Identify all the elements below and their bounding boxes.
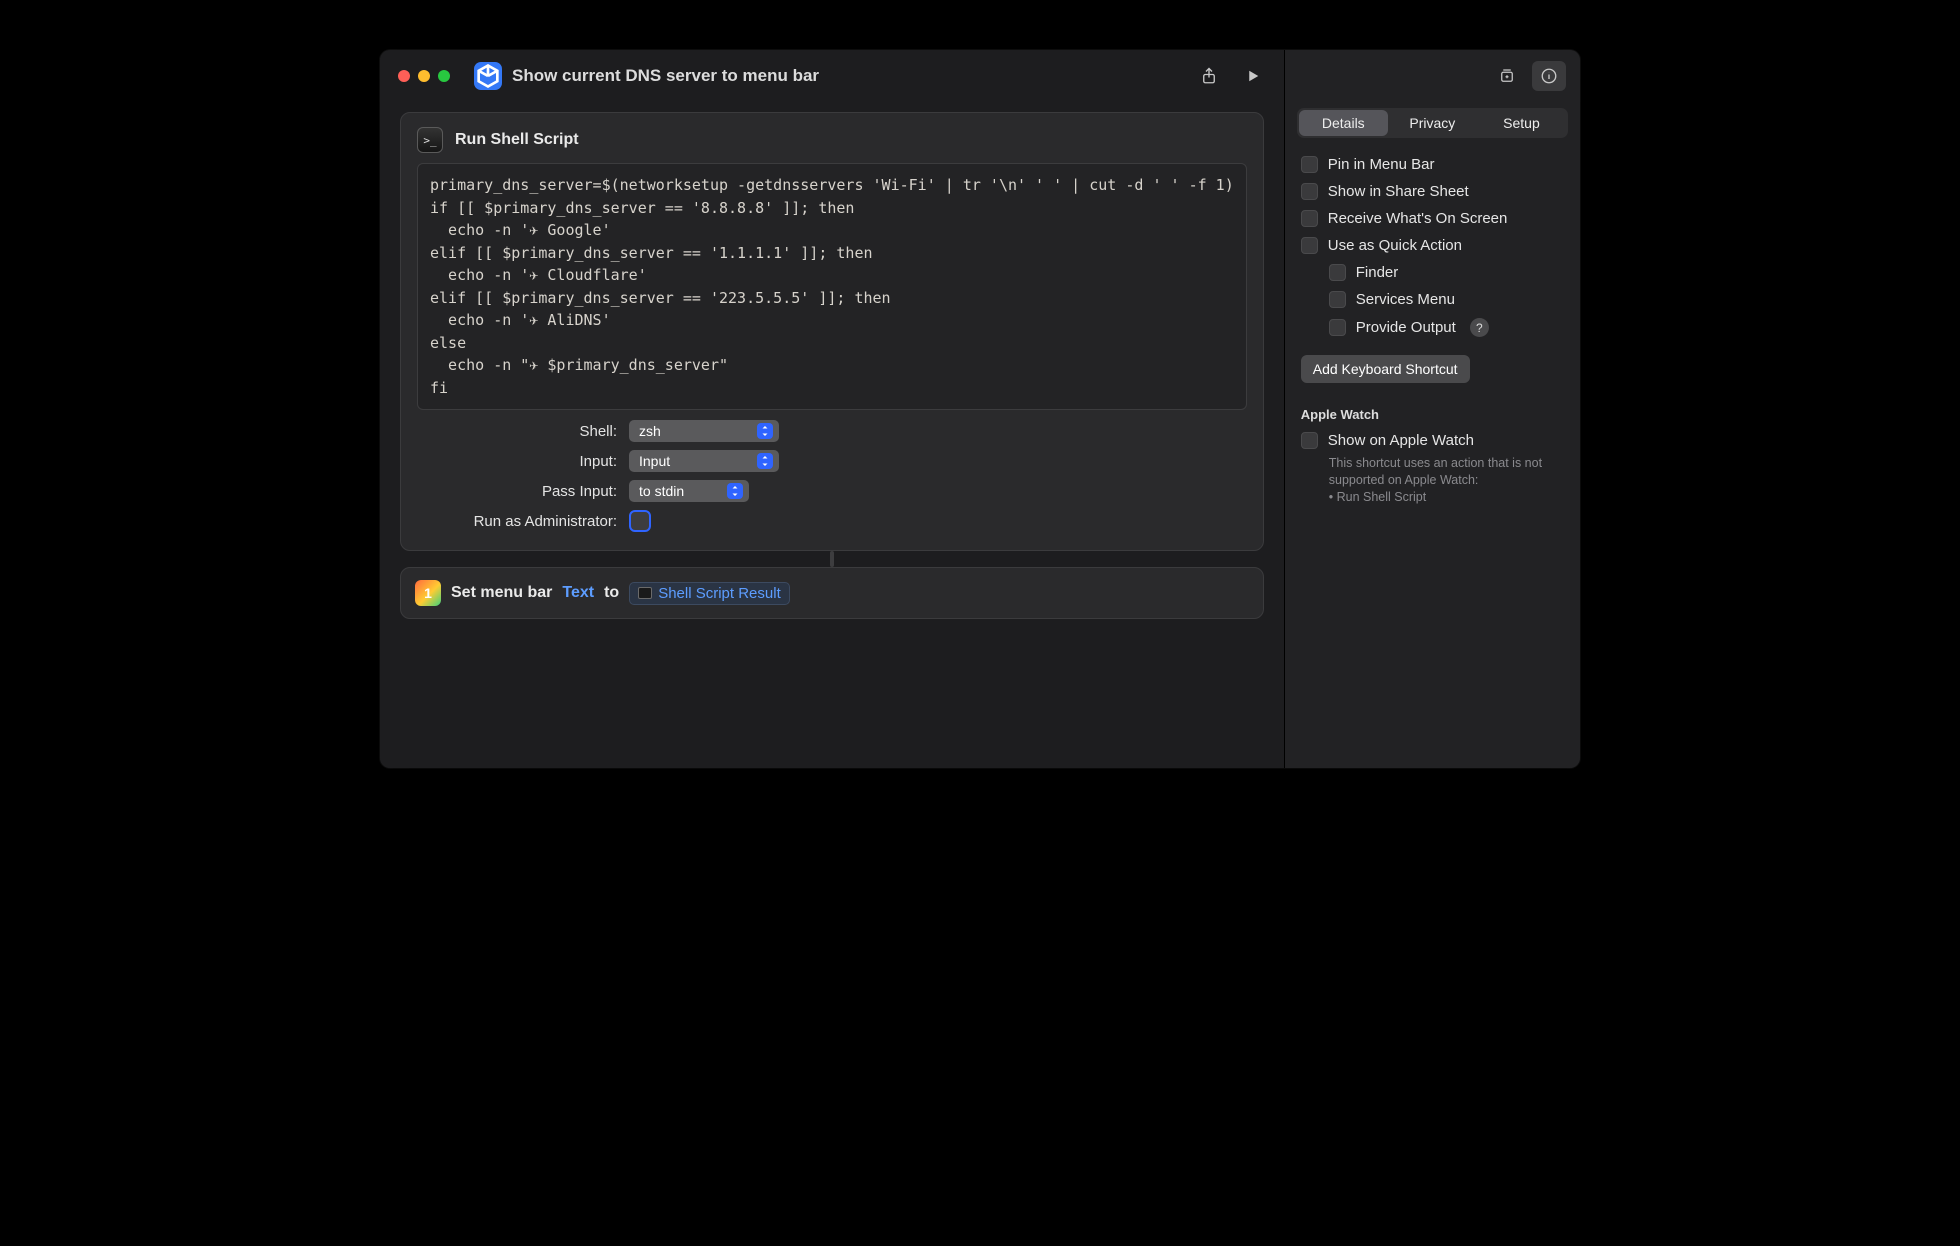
terminal-icon: >_: [417, 127, 443, 153]
checkbox-label: Show on Apple Watch: [1328, 432, 1474, 449]
pass-input-popup-value: to stdin: [639, 483, 684, 499]
param-shell: Shell: zsh: [417, 420, 1247, 442]
shortcut-app-icon: [474, 62, 502, 90]
chevron-updown-icon: [727, 483, 743, 499]
input-popup-value: Input: [639, 453, 670, 469]
action-run-shell-script[interactable]: >_ Run Shell Script primary_dns_server=$…: [400, 112, 1264, 551]
shell-script-input[interactable]: primary_dns_server=$(networksetup -getdn…: [417, 163, 1247, 410]
add-keyboard-shortcut-button[interactable]: Add Keyboard Shortcut: [1301, 355, 1470, 383]
chevron-updown-icon: [757, 453, 773, 469]
option-services-menu[interactable]: Services Menu: [1329, 291, 1564, 308]
checkbox[interactable]: [1301, 432, 1318, 449]
menubar-variable-label: Shell Script Result: [658, 585, 781, 602]
editor-canvas[interactable]: >_ Run Shell Script primary_dns_server=$…: [380, 102, 1284, 768]
action-title: Set menu bar: [451, 584, 552, 602]
checkbox[interactable]: [1301, 183, 1318, 200]
option-pin-menu-bar[interactable]: Pin in Menu Bar: [1301, 156, 1564, 173]
menubar-to-text: to: [604, 584, 619, 602]
checkbox-label: Finder: [1356, 264, 1399, 281]
run-as-admin-checkbox[interactable]: [629, 510, 651, 532]
pass-input-popup[interactable]: to stdin: [629, 480, 749, 502]
details-section: Pin in Menu Bar Show in Share Sheet Rece…: [1285, 152, 1580, 516]
window-fullscreen-button[interactable]: [438, 70, 450, 82]
checkbox[interactable]: [1301, 156, 1318, 173]
shell-popup[interactable]: zsh: [629, 420, 779, 442]
tab-setup[interactable]: Setup: [1477, 110, 1566, 136]
inspector-sidebar: Details Privacy Setup Pin in Menu Bar Sh…: [1284, 50, 1580, 768]
input-popup[interactable]: Input: [629, 450, 779, 472]
option-receive-on-screen[interactable]: Receive What's On Screen: [1301, 210, 1564, 227]
checkbox[interactable]: [1329, 264, 1346, 281]
menubar-variable-token[interactable]: Shell Script Result: [629, 582, 790, 605]
option-finder[interactable]: Finder: [1329, 264, 1564, 281]
help-icon[interactable]: ?: [1470, 318, 1489, 337]
window-title: Show current DNS server to menu bar: [512, 66, 819, 86]
apple-watch-unsupported-hint: This shortcut uses an action that is not…: [1329, 455, 1564, 506]
option-quick-action[interactable]: Use as Quick Action: [1301, 237, 1564, 254]
shell-popup-value: zsh: [639, 423, 661, 439]
action-parameters: Shell: zsh Input: Input: [417, 420, 1247, 532]
param-label: Input:: [417, 453, 617, 470]
checkbox[interactable]: [1301, 210, 1318, 227]
action-header: >_ Run Shell Script: [417, 127, 1247, 153]
checkbox-label: Receive What's On Screen: [1328, 210, 1508, 227]
library-button[interactable]: [1490, 61, 1524, 91]
inspector-button[interactable]: [1532, 61, 1566, 91]
titlebar: Show current DNS server to menu bar: [380, 50, 1284, 102]
tab-privacy[interactable]: Privacy: [1388, 110, 1477, 136]
action-title: Run Shell Script: [455, 131, 579, 149]
param-run-as-admin: Run as Administrator:: [417, 510, 1247, 532]
option-share-sheet[interactable]: Show in Share Sheet: [1301, 183, 1564, 200]
one-thing-app-icon: 1: [415, 580, 441, 606]
checkbox-label: Show in Share Sheet: [1328, 183, 1469, 200]
checkbox[interactable]: [1329, 291, 1346, 308]
param-label: Shell:: [417, 423, 617, 440]
tab-details[interactable]: Details: [1299, 110, 1388, 136]
apple-watch-section-title: Apple Watch: [1301, 407, 1564, 422]
option-show-on-apple-watch[interactable]: Show on Apple Watch: [1301, 432, 1564, 449]
checkbox-label: Pin in Menu Bar: [1328, 156, 1435, 173]
window-minimize-button[interactable]: [418, 70, 430, 82]
menubar-text-token[interactable]: Text: [562, 584, 594, 602]
option-provide-output[interactable]: Provide Output ?: [1329, 318, 1564, 337]
checkbox-label: Use as Quick Action: [1328, 237, 1462, 254]
window-traffic-lights: [398, 70, 450, 82]
editor-main-pane: Show current DNS server to menu bar >_ R…: [380, 50, 1284, 768]
shortcuts-editor-window: Show current DNS server to menu bar >_ R…: [380, 50, 1580, 768]
param-pass-input: Pass Input: to stdin: [417, 480, 1247, 502]
param-label: Pass Input:: [417, 483, 617, 500]
checkbox[interactable]: [1301, 237, 1318, 254]
checkbox[interactable]: [1329, 319, 1346, 336]
action-set-menu-bar[interactable]: 1 Set menu bar Text to Shell Script Resu…: [400, 567, 1264, 619]
checkbox-label: Provide Output: [1356, 319, 1456, 336]
param-input: Input: Input: [417, 450, 1247, 472]
param-label: Run as Administrator:: [417, 513, 617, 530]
chevron-updown-icon: [757, 423, 773, 439]
checkbox-label: Services Menu: [1356, 291, 1455, 308]
terminal-icon: [638, 587, 652, 599]
inspector-tabs: Details Privacy Setup: [1297, 108, 1568, 138]
run-button[interactable]: [1236, 61, 1270, 91]
sidebar-toolbar: [1285, 50, 1580, 102]
window-close-button[interactable]: [398, 70, 410, 82]
share-button[interactable]: [1192, 61, 1226, 91]
